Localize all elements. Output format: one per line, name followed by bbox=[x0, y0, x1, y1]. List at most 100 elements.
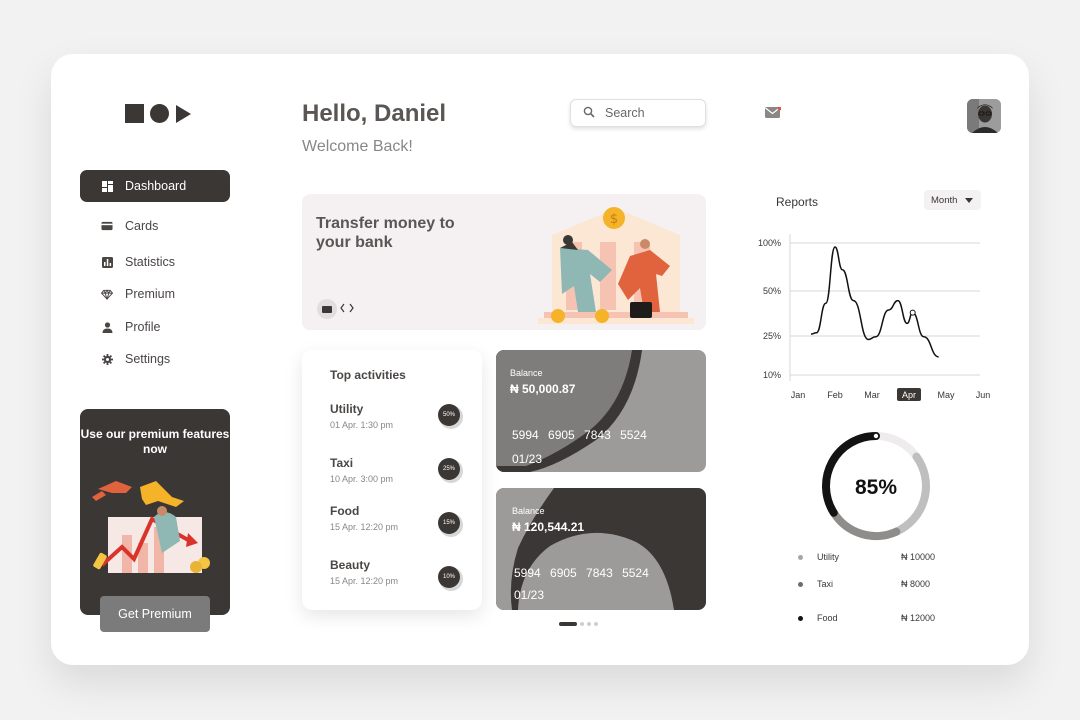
legend-label: Food bbox=[817, 613, 838, 623]
greeting-title: Hello, Daniel bbox=[302, 100, 447, 127]
mail-button[interactable] bbox=[760, 100, 786, 126]
activity-date: 15 Apr. 12:20 pm bbox=[330, 576, 399, 586]
carousel-dots[interactable] bbox=[559, 622, 598, 626]
x-tick-label: Mar bbox=[864, 390, 880, 400]
sidebar-item-label: Premium bbox=[125, 287, 176, 301]
card-expiry: 01/23 bbox=[514, 588, 545, 602]
get-premium-button[interactable]: Get Premium bbox=[100, 596, 210, 632]
activity-name: Food bbox=[330, 504, 360, 518]
activity-item-food[interactable]: Food 15 Apr. 12:20 pm 15% bbox=[330, 504, 470, 544]
welcome-subtitle: Welcome Back! bbox=[302, 138, 413, 155]
dashboard-icon bbox=[101, 180, 113, 192]
transfer-banner[interactable]: Transfer money to your bank $ bbox=[302, 194, 706, 330]
x-tick-label: Apr bbox=[902, 390, 916, 400]
donut-slice-utility bbox=[892, 452, 930, 536]
x-tick-label: May bbox=[937, 390, 955, 400]
chevron-down-icon bbox=[965, 197, 974, 203]
donut-slice-food bbox=[822, 432, 880, 517]
balance-label: Balance bbox=[512, 506, 545, 516]
carousel-dot-active[interactable] bbox=[559, 622, 577, 626]
banner-controls bbox=[317, 299, 354, 319]
sidebar-item-label: Statistics bbox=[125, 255, 176, 269]
legend-swatch bbox=[798, 555, 803, 560]
sidebar-item-dashboard[interactable]: Dashboard bbox=[80, 170, 230, 202]
svg-text:$: $ bbox=[610, 212, 618, 227]
x-tick-label: Feb bbox=[827, 390, 843, 400]
card-number: 5994 6905 7843 5524 bbox=[512, 428, 647, 442]
card-expiry: 01/23 bbox=[512, 452, 543, 466]
search-input[interactable] bbox=[605, 106, 695, 120]
search-icon bbox=[583, 106, 595, 121]
user-avatar[interactable] bbox=[967, 99, 1001, 133]
activity-percent-badge: 10% bbox=[438, 566, 460, 588]
y-tick-label: 100% bbox=[758, 238, 781, 248]
top-activities-card: Top activities Utility 01 Apr. 1:30 pm 5… bbox=[302, 350, 482, 610]
premium-title: Use our premium features now bbox=[80, 427, 230, 456]
app-logo[interactable] bbox=[125, 104, 191, 123]
activity-name: Taxi bbox=[330, 456, 354, 470]
legend-label: Utility bbox=[817, 552, 839, 562]
x-tick-label: Jan bbox=[791, 390, 806, 400]
premium-illustration bbox=[92, 473, 210, 573]
activity-name: Beauty bbox=[330, 558, 371, 572]
logo-square bbox=[125, 104, 144, 123]
y-tick-label: 50% bbox=[763, 286, 781, 296]
logo-triangle bbox=[176, 104, 191, 123]
sidebar-item-statistics[interactable]: Statistics bbox=[80, 246, 230, 278]
data-point-marker bbox=[909, 309, 916, 316]
donut-slice-marker bbox=[873, 433, 879, 439]
search-box[interactable] bbox=[570, 99, 706, 127]
period-select[interactable]: Month bbox=[924, 190, 981, 210]
legend-swatch bbox=[798, 582, 803, 587]
legend-swatch bbox=[798, 616, 803, 621]
sidebar-item-settings[interactable]: Settings bbox=[80, 343, 230, 375]
y-tick-label: 25% bbox=[763, 331, 781, 341]
carousel-dot[interactable] bbox=[594, 622, 598, 626]
legend-value: ₦ 10000 bbox=[901, 552, 936, 562]
activity-date: 15 Apr. 12:20 pm bbox=[330, 522, 399, 532]
logo-circle bbox=[150, 104, 169, 123]
period-select-value: Month bbox=[931, 194, 958, 206]
bar-chart-icon bbox=[101, 256, 113, 268]
carousel-dot[interactable] bbox=[587, 622, 591, 626]
diamond-icon bbox=[101, 288, 113, 300]
activity-item-utility[interactable]: Utility 01 Apr. 1:30 pm 50% bbox=[330, 402, 470, 442]
sidebar-item-label: Cards bbox=[125, 219, 159, 233]
balance-card-2[interactable]: Balance ₦ 120,544.21 5994 6905 7843 5524… bbox=[496, 488, 706, 610]
sidebar-item-label: Profile bbox=[125, 320, 161, 334]
donut-slice-taxi bbox=[829, 508, 901, 540]
activity-item-taxi[interactable]: Taxi 10 Apr. 3:00 pm 25% bbox=[330, 456, 470, 496]
activities-title: Top activities bbox=[330, 368, 406, 382]
legend-value: ₦ 12000 bbox=[901, 613, 936, 623]
bank-illustration: $ bbox=[538, 207, 694, 324]
legend-label: Taxi bbox=[817, 579, 834, 589]
carousel-dot[interactable] bbox=[580, 622, 584, 626]
balance-card-1[interactable]: Balance ₦ 50,000.87 5994 6905 7843 5524 … bbox=[496, 350, 706, 472]
activity-date: 10 Apr. 3:00 pm bbox=[330, 474, 394, 484]
spending-donut-chart: 85% bbox=[822, 432, 930, 540]
activity-percent-badge: 15% bbox=[438, 512, 460, 534]
activity-name: Utility bbox=[330, 402, 364, 416]
series-line bbox=[810, 246, 939, 358]
premium-card: Use our premium features now bbox=[80, 409, 230, 615]
sidebar-item-premium[interactable]: Premium bbox=[80, 278, 230, 310]
avatar-image bbox=[967, 99, 1001, 133]
banner-title: Transfer money to your bank bbox=[316, 215, 455, 251]
sidebar-item-label: Settings bbox=[125, 352, 171, 366]
x-tick-label: Jun bbox=[976, 390, 991, 400]
reports-title: Reports bbox=[776, 195, 819, 209]
gear-icon bbox=[101, 353, 113, 365]
balance-amount: ₦ 50,000.87 bbox=[510, 382, 576, 396]
card-icon bbox=[317, 299, 337, 319]
activity-percent-badge: 25% bbox=[438, 458, 460, 480]
legend-value: ₦ 8000 bbox=[901, 579, 931, 589]
code-icon bbox=[340, 300, 354, 318]
activity-item-beauty[interactable]: Beauty 15 Apr. 12:20 pm 10% bbox=[330, 558, 470, 598]
donut-center-label: 85% bbox=[855, 476, 897, 499]
sidebar-item-cards[interactable]: Cards bbox=[80, 210, 230, 242]
activity-date: 01 Apr. 1:30 pm bbox=[330, 420, 394, 430]
person-icon bbox=[101, 321, 113, 333]
balance-label: Balance bbox=[510, 368, 543, 378]
card-icon bbox=[101, 220, 113, 232]
sidebar-item-profile[interactable]: Profile bbox=[80, 311, 230, 343]
